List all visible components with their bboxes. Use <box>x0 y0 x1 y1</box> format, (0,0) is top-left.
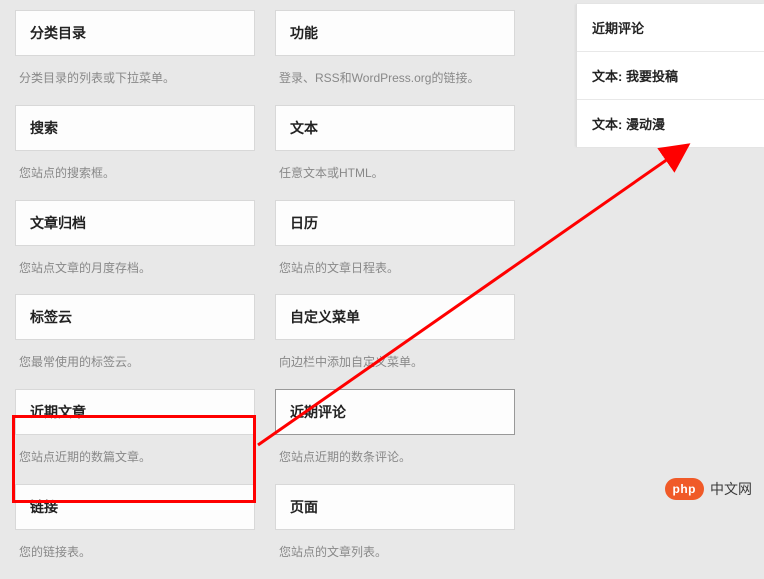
logo-badge: php <box>665 478 705 500</box>
widget-desc: 您站点近期的数条评论。 <box>275 435 515 484</box>
sidebar-drop-area: 近期评论 文本: 我要投稿 文本: 漫动漫 <box>576 4 764 147</box>
widget-column-middle: 功能 登录、RSS和WordPress.org的链接。 文本 任意文本或HTML… <box>275 10 515 579</box>
widget-title: 功能 <box>290 25 318 41</box>
widget-title: 页面 <box>290 499 318 515</box>
widget-recent-comments[interactable]: 近期评论 <box>275 389 515 435</box>
widget-categories[interactable]: 分类目录 <box>15 10 255 56</box>
widget-desc: 分类目录的列表或下拉菜单。 <box>15 56 255 105</box>
widget-desc: 您站点文章的月度存档。 <box>15 246 255 295</box>
logo-text: 中文网 <box>710 479 752 499</box>
widget-desc: 您站点的搜索框。 <box>15 151 255 200</box>
widget-desc: 任意文本或HTML。 <box>275 151 515 200</box>
widget-desc: 向边栏中添加自定义菜单。 <box>275 340 515 389</box>
widget-title: 搜索 <box>30 120 58 136</box>
widget-title: 文章归档 <box>30 215 86 231</box>
sidebar-item-text-mandongman[interactable]: 文本: 漫动漫 <box>577 100 764 147</box>
widget-title: 链接 <box>30 499 58 515</box>
widget-desc: 登录、RSS和WordPress.org的链接。 <box>275 56 515 105</box>
widget-text[interactable]: 文本 <box>275 105 515 151</box>
widget-desc: 您站点的文章日程表。 <box>275 246 515 295</box>
sidebar-item-recent-comments[interactable]: 近期评论 <box>577 4 764 52</box>
watermark-logo: php 中文网 <box>665 478 753 500</box>
widget-title: 近期文章 <box>30 404 86 420</box>
widget-title: 日历 <box>290 215 318 231</box>
widget-title: 分类目录 <box>30 25 86 41</box>
widget-desc: 您站点近期的数篇文章。 <box>15 435 255 484</box>
widget-calendar[interactable]: 日历 <box>275 200 515 246</box>
widget-title: 文本 <box>290 120 318 136</box>
widget-title: 近期评论 <box>290 404 346 420</box>
widget-desc: 您的链接表。 <box>15 530 255 579</box>
widget-search[interactable]: 搜索 <box>15 105 255 151</box>
widget-custom-menu[interactable]: 自定义菜单 <box>275 294 515 340</box>
widget-pages[interactable]: 页面 <box>275 484 515 530</box>
widget-column-left: 分类目录 分类目录的列表或下拉菜单。 搜索 您站点的搜索框。 文章归档 您站点文… <box>15 10 255 579</box>
widget-recent-posts[interactable]: 近期文章 <box>15 389 255 435</box>
sidebar-item-text-contribute[interactable]: 文本: 我要投稿 <box>577 52 764 100</box>
widget-title: 标签云 <box>30 309 72 325</box>
widget-title: 自定义菜单 <box>290 309 360 325</box>
widget-links[interactable]: 链接 <box>15 484 255 530</box>
widget-archives[interactable]: 文章归档 <box>15 200 255 246</box>
widget-tagcloud[interactable]: 标签云 <box>15 294 255 340</box>
widget-desc: 您站点的文章列表。 <box>275 530 515 579</box>
widget-meta[interactable]: 功能 <box>275 10 515 56</box>
widget-desc: 您最常使用的标签云。 <box>15 340 255 389</box>
